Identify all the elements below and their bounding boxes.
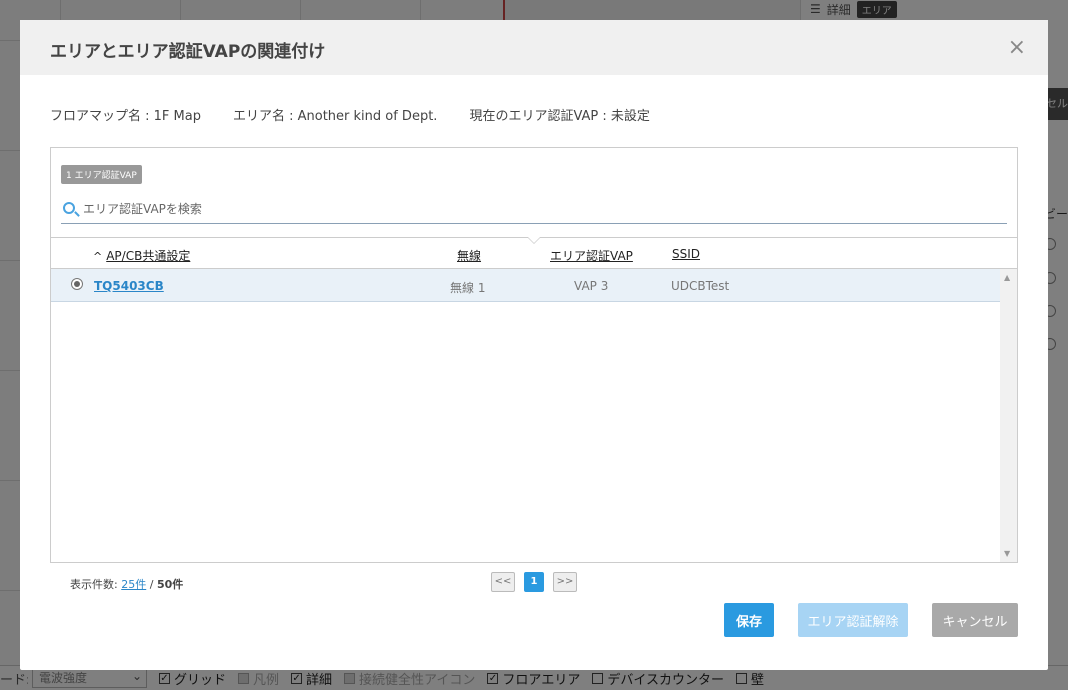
panel-notch [527, 237, 541, 245]
next-page-button[interactable]: >> [553, 572, 577, 592]
ssid-cell: UDCBTest [671, 279, 730, 293]
close-icon[interactable]: × [1008, 37, 1026, 59]
table-header: ^ AP/CB共通設定 無線 エリア認証VAP SSID [51, 237, 1017, 269]
release-area-auth-button[interactable]: エリア認証解除 [798, 603, 908, 637]
column-label: AP/CB共通設定 [106, 249, 191, 263]
column-area-vap[interactable]: エリア認証VAP [550, 247, 633, 264]
dialog-info: フロアマップ名 : 1F Map エリア名 : Another kind of … [50, 105, 682, 124]
column-ssid[interactable]: SSID [672, 247, 700, 261]
table-row[interactable]: TQ5403CB 無線 1 VAP 3 UDCBTest [51, 269, 1000, 302]
vap-count-badge: 1 エリア認証VAP [61, 165, 142, 184]
page-size-link[interactable]: 25件 [121, 578, 146, 591]
cancel-button[interactable]: キャンセル [932, 603, 1018, 637]
save-button[interactable]: 保存 [724, 603, 774, 637]
page-size-separator: / [149, 578, 154, 591]
search-icon [63, 202, 75, 214]
row-radio-button[interactable] [71, 278, 83, 290]
page-size-info: 表示件数: 25件 / 50件 [70, 576, 183, 592]
pagination: << 1 >> [491, 572, 577, 592]
vap-association-dialog: エリアとエリア認証VAPの関連付け × フロアマップ名 : 1F Map エリア… [20, 20, 1048, 670]
search-box [61, 198, 1007, 224]
table-body: TQ5403CB 無線 1 VAP 3 UDCBTest [51, 269, 1000, 562]
page-1-button[interactable]: 1 [524, 572, 544, 592]
column-radio[interactable]: 無線 [457, 247, 481, 264]
dialog-title: エリアとエリア認証VAPの関連付け [50, 42, 326, 62]
radio-cell: 無線 1 [450, 281, 486, 295]
scroll-down-icon[interactable]: ▼ [1004, 549, 1010, 558]
area-name: エリア名 : Another kind of Dept. [232, 109, 438, 124]
floor-map-name: フロアマップ名 : 1F Map [50, 109, 201, 124]
scroll-up-icon[interactable]: ▲ [1004, 273, 1010, 282]
search-input[interactable] [83, 200, 983, 218]
table-scrollbar[interactable]: ▲ ▼ [1000, 269, 1017, 562]
prev-page-button[interactable]: << [491, 572, 515, 592]
dialog-header: エリアとエリア認証VAPの関連付け × [20, 20, 1048, 75]
current-area-vap: 現在のエリア認証VAP : 未設定 [469, 109, 650, 124]
page-size-label: 表示件数: [70, 578, 118, 591]
vap-cell: VAP 3 [574, 279, 609, 293]
vap-list-panel: 1 エリア認証VAP ^AP/CB共通設定 無線 エリア認証VAP SSID T… [50, 147, 1018, 563]
sort-ascending-icon: ^ [93, 250, 103, 263]
total-count: 50件 [156, 578, 184, 591]
ap-name-link[interactable]: TQ5403CB [94, 279, 164, 293]
column-ap-cb-setting[interactable]: ^ AP/CB共通設定 [93, 247, 190, 264]
